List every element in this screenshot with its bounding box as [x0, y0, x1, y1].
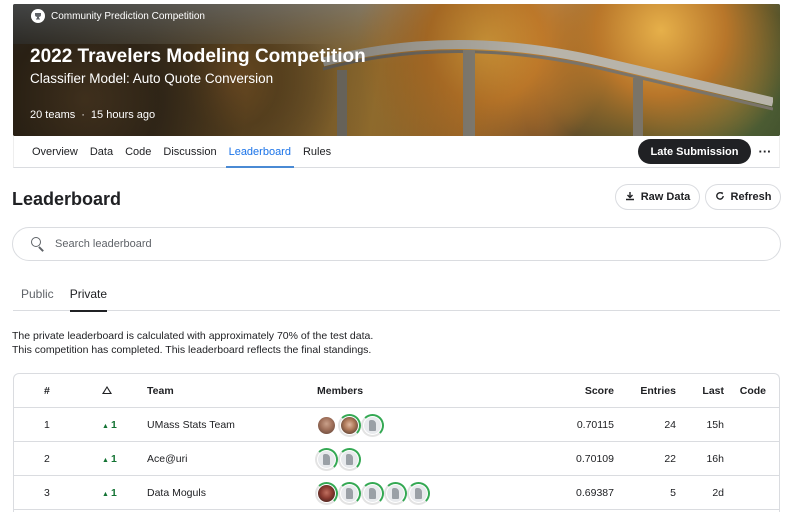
leaderboard-description: The private leaderboard is calculated wi… [12, 329, 373, 357]
tab-rules[interactable]: Rules [297, 136, 337, 168]
more-options-icon[interactable]: ··· [755, 139, 775, 164]
header-entries[interactable]: Entries [640, 374, 676, 408]
avatar[interactable] [338, 481, 361, 505]
raw-data-button[interactable]: Raw Data [615, 184, 700, 210]
avatar[interactable] [315, 447, 338, 471]
score-cell: 0.70109 [576, 453, 614, 465]
competition-type-label: Community Prediction Competition [51, 10, 205, 22]
rank-change-value: 1 [110, 453, 117, 465]
table-header-row: # Team Members Score Entries Last Code [14, 374, 779, 408]
competition-title: 2022 Travelers Modeling Competition [30, 46, 366, 67]
table-row[interactable]: 2 ▲ 1 Ace@uri 0.70109 22 16h [14, 442, 779, 476]
avatar[interactable] [338, 413, 361, 437]
competition-meta: 20 teams · 15 hours ago [30, 109, 155, 121]
entries-cell: 5 [670, 487, 676, 499]
competition-type-badge: Community Prediction Competition [31, 9, 205, 23]
leaderboard-tabs: Public Private [13, 283, 780, 312]
raw-data-label: Raw Data [640, 191, 691, 203]
avatar[interactable] [338, 447, 361, 471]
leaderboard-table: # Team Members Score Entries Last Code 1… [13, 373, 780, 512]
score-cell: 0.70115 [576, 419, 614, 431]
tab-discussion[interactable]: Discussion [157, 136, 222, 168]
members-cell [315, 442, 361, 476]
late-submission-button[interactable]: Late Submission [638, 139, 751, 164]
avatar[interactable] [317, 416, 336, 435]
search-icon [31, 237, 45, 252]
members-cell [317, 408, 384, 442]
search-input[interactable] [55, 238, 655, 250]
avatar[interactable] [361, 481, 384, 505]
header-team[interactable]: Team [147, 374, 174, 408]
team-name[interactable]: UMass Stats Team [147, 408, 235, 442]
last-cell: 2d [712, 487, 724, 499]
competition-banner: Community Prediction Competition 2022 Tr… [13, 4, 780, 136]
tab-leaderboard[interactable]: Leaderboard [223, 136, 297, 168]
rank-cell: 3 [44, 487, 50, 499]
rank-change-cell: ▲ 1 [102, 408, 117, 442]
team-name[interactable]: Ace@uri [147, 442, 187, 476]
nav-tabs: Overview Data Code Discussion Leaderboar… [32, 136, 337, 168]
tab-data[interactable]: Data [84, 136, 119, 168]
competition-subtitle: Classifier Model: Auto Quote Conversion [30, 71, 274, 86]
rank-change-cell: ▲ 1 [102, 442, 117, 476]
avatar[interactable] [361, 413, 384, 437]
header-members: Members [317, 385, 364, 397]
description-line-2: This competition has completed. This lea… [12, 344, 372, 356]
score-cell: 0.69387 [576, 487, 614, 499]
last-updated: 15 hours ago [90, 109, 156, 121]
header-rank[interactable]: # [44, 374, 50, 408]
rank-cell: 1 [44, 419, 50, 431]
last-cell: 15h [706, 419, 724, 431]
refresh-icon [715, 191, 725, 204]
competition-nav: Overview Data Code Discussion Leaderboar… [13, 136, 780, 168]
entries-cell: 24 [664, 419, 676, 431]
page-title: Leaderboard [12, 189, 122, 209]
last-cell: 16h [706, 453, 724, 465]
refresh-button[interactable]: Refresh [705, 184, 781, 210]
avatar[interactable] [315, 481, 338, 505]
header-last[interactable]: Last [702, 374, 724, 408]
search-bar[interactable] [12, 227, 781, 261]
trophy-icon [31, 9, 45, 23]
table-row[interactable]: 1 ▲ 1 UMass Stats Team 0.70115 24 15h [14, 408, 779, 442]
download-icon [625, 191, 635, 204]
rank-change-cell: ▲ 1 [102, 476, 117, 510]
team-name[interactable]: Data Moguls [147, 476, 206, 510]
meta-separator: · [81, 109, 85, 121]
tab-overview[interactable]: Overview [32, 136, 84, 168]
table-row[interactable]: 3 ▲ 1 Data Moguls 0.69387 5 2d [14, 476, 779, 510]
header-change[interactable] [102, 374, 112, 408]
entries-cell: 22 [664, 453, 676, 465]
tab-code[interactable]: Code [119, 136, 157, 168]
description-line-1: The private leaderboard is calculated wi… [12, 330, 374, 342]
header-code: Code [739, 385, 766, 397]
arrow-up-icon: ▲ [102, 457, 109, 464]
members-cell [315, 476, 430, 510]
refresh-label: Refresh [730, 191, 772, 203]
rank-cell: 2 [44, 453, 50, 465]
arrow-up-icon: ▲ [102, 491, 109, 498]
rank-change-value: 1 [110, 419, 117, 431]
team-count: 20 teams [30, 109, 76, 121]
avatar[interactable] [407, 481, 430, 505]
delta-icon [102, 386, 112, 394]
header-score[interactable]: Score [585, 374, 614, 408]
arrow-up-icon: ▲ [102, 423, 109, 430]
tab-private[interactable]: Private [62, 283, 115, 312]
rank-change-value: 1 [110, 487, 117, 499]
tab-public[interactable]: Public [13, 283, 62, 311]
avatar[interactable] [384, 481, 407, 505]
